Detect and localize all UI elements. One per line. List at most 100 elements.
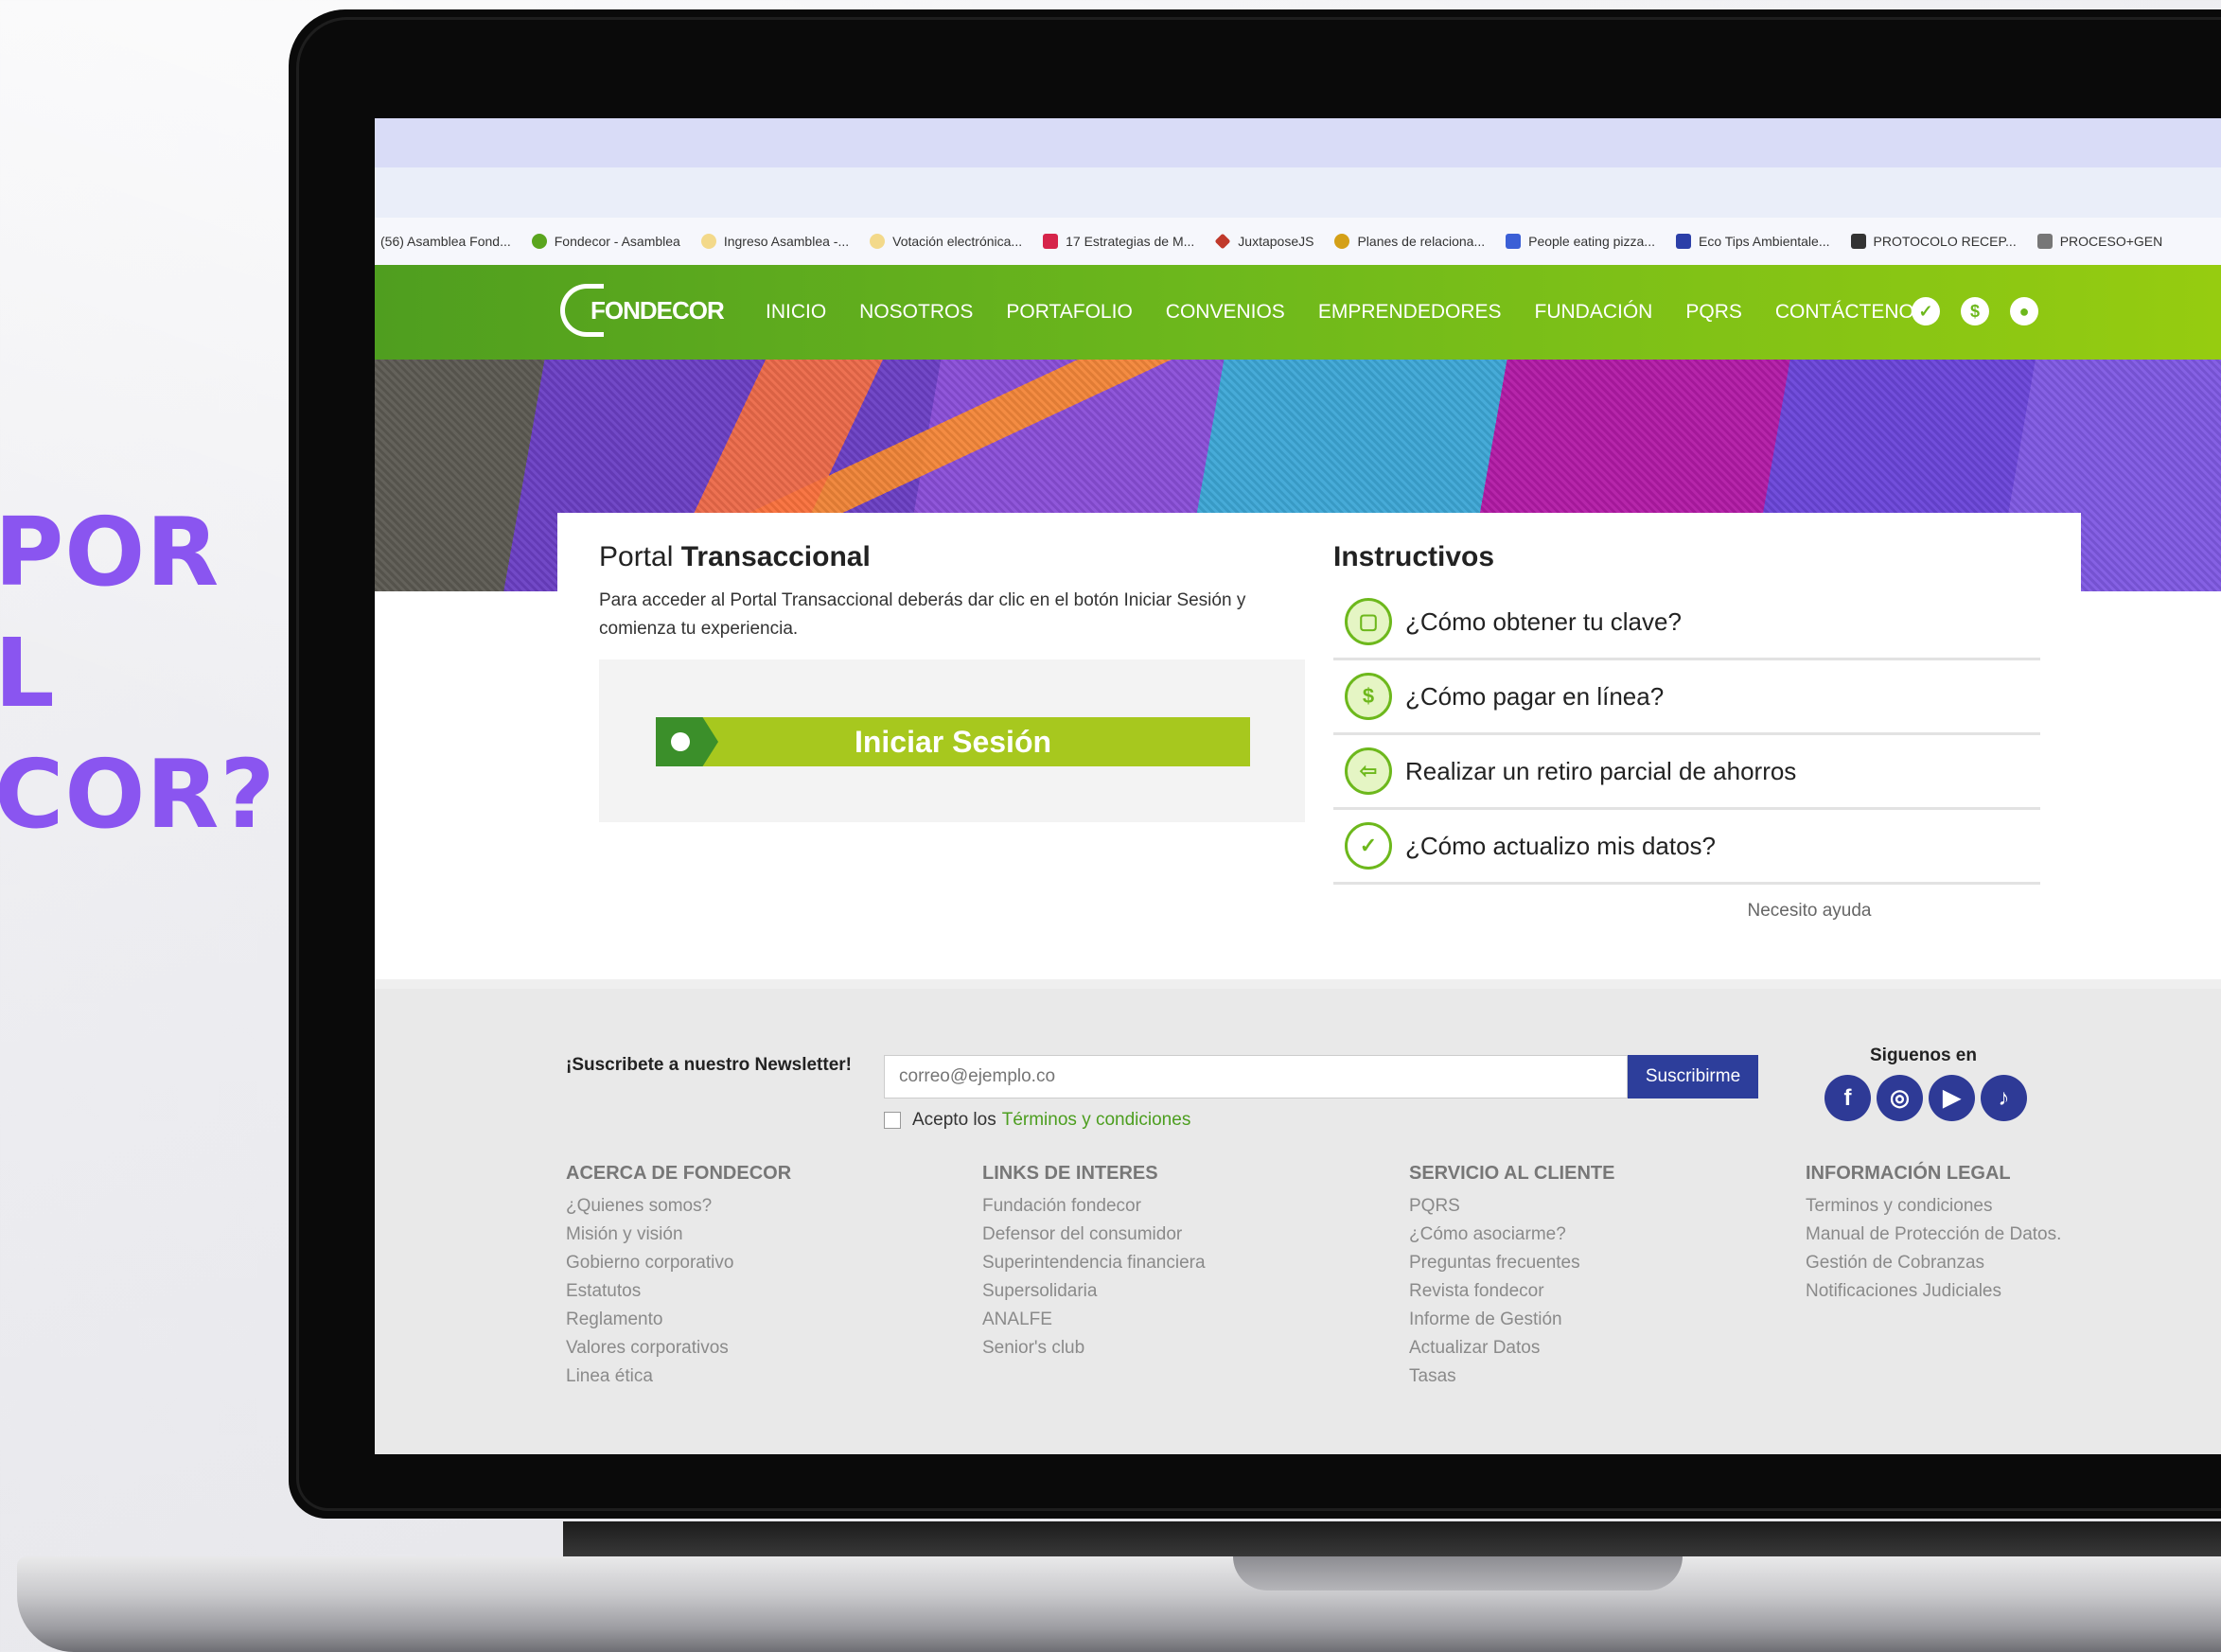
fondecor-logo[interactable]: FONDECOR xyxy=(560,284,725,337)
nav-icon-group: ✓ $ ● xyxy=(1912,297,2038,325)
portal-description: Para acceder al Portal Transaccional deb… xyxy=(599,590,1246,639)
bookmark-item[interactable]: Ingreso Asamblea -... xyxy=(700,234,850,249)
login-button-label: Iniciar Sesión xyxy=(854,724,1052,759)
hand-icon xyxy=(700,234,716,249)
instructivo-item[interactable]: ▢ ¿Cómo obtener tu clave? xyxy=(1333,586,2040,660)
footer-link[interactable]: Supersolidaria xyxy=(982,1277,1206,1306)
browser-address-bar[interactable] xyxy=(375,167,2221,218)
footer-link[interactable]: Gestión de Cobranzas xyxy=(1806,1249,2061,1277)
bookmark-label: Ingreso Asamblea -... xyxy=(723,234,850,249)
nav-item-emprendedores[interactable]: EMPRENDEDORES xyxy=(1318,301,1502,324)
footer-link[interactable]: Gobierno corporativo xyxy=(566,1249,791,1277)
footer-column-legal: INFORMACIÓN LEGAL Terminos y condiciones… xyxy=(1806,1159,2061,1306)
footer-link[interactable]: Estatutos xyxy=(566,1277,791,1306)
browser-screen: (56) Asamblea Fond... Fondecor - Asamble… xyxy=(375,118,2221,1454)
tiktok-icon[interactable]: ♪ xyxy=(1981,1075,2027,1121)
social-links: f ◎ ▶ ♪ xyxy=(1824,1075,2027,1121)
bookmark-item[interactable]: People eating pizza... xyxy=(1506,234,1655,249)
dollar-icon[interactable]: $ xyxy=(1961,297,1989,325)
bookmark-item[interactable]: Eco Tips Ambientale... xyxy=(1675,234,1830,249)
bookmark-item[interactable]: Planes de relaciona... xyxy=(1334,234,1485,249)
instructivo-item[interactable]: $ ¿Cómo pagar en línea? xyxy=(1333,660,2040,735)
login-button[interactable]: Iniciar Sesión xyxy=(656,717,1250,766)
instructivo-item[interactable]: ⇦ Realizar un retiro parcial de ahorros xyxy=(1333,735,2040,810)
bookmark-item[interactable]: Fondecor - Asamblea xyxy=(531,234,680,249)
laptop-hinge xyxy=(563,1521,2221,1559)
footer-column-acerca: ACERCA DE FONDECOR ¿Quienes somos? Misió… xyxy=(566,1159,791,1391)
nav-item-portafolio[interactable]: PORTAFOLIO xyxy=(1006,301,1132,324)
bookmark-item[interactable]: JuxtaposeJS xyxy=(1214,233,1314,250)
dollar-icon: $ xyxy=(1345,673,1392,720)
nav-item-contactenos[interactable]: CONTÁCTENOS xyxy=(1775,301,1928,324)
footer-link[interactable]: PQRS xyxy=(1409,1192,1614,1221)
instructivo-item[interactable]: ✓ ¿Cómo actualizo mis datos? xyxy=(1333,810,2040,885)
check-icon[interactable]: ✓ xyxy=(1912,297,1940,325)
footer-column-title: ACERCA DE FONDECOR xyxy=(566,1163,792,1184)
newsletter-email-input[interactable] xyxy=(884,1055,1628,1098)
help-link[interactable]: Necesito ayuda xyxy=(1748,901,1872,922)
footer-link[interactable]: Linea ética xyxy=(566,1362,791,1391)
nav-item-nosotros[interactable]: NOSOTROS xyxy=(859,301,973,324)
bookmark-item[interactable]: PROCESO+GEN xyxy=(2036,234,2163,249)
footer-link[interactable]: ANALFE xyxy=(982,1306,1206,1334)
footer-link[interactable]: ¿Quienes somos? xyxy=(566,1192,791,1221)
instructivo-label: Realizar un retiro parcial de ahorros xyxy=(1405,756,1797,785)
nav-item-fundacion[interactable]: FUNDACIÓN xyxy=(1535,301,1653,324)
footer-link[interactable]: Tasas xyxy=(1409,1362,1614,1391)
bookmark-item[interactable]: (56) Asamblea Fond... xyxy=(380,234,511,249)
instagram-icon[interactable]: ◎ xyxy=(1877,1075,1923,1121)
forms-icon xyxy=(1506,234,1522,249)
diamond-icon xyxy=(1214,233,1231,250)
bookmark-label: People eating pizza... xyxy=(1528,234,1655,249)
footer-link[interactable]: Misión y visión xyxy=(566,1221,791,1249)
nav-item-convenios[interactable]: CONVENIOS xyxy=(1166,301,1285,324)
follow-label: Siguenos en xyxy=(1870,1046,1977,1065)
nav-item-pqrs[interactable]: PQRS xyxy=(1685,301,1742,324)
footer-link[interactable]: Valores corporativos xyxy=(566,1334,791,1362)
bookmark-label: Votación electrónica... xyxy=(892,234,1023,249)
youtube-icon[interactable]: ▶ xyxy=(1929,1075,1975,1121)
bookmarks-bar: (56) Asamblea Fond... Fondecor - Asamble… xyxy=(375,218,2221,265)
footer-link[interactable]: ¿Cómo asociarme? xyxy=(1409,1221,1614,1249)
instructivos-list: ▢ ¿Cómo obtener tu clave? $ ¿Cómo pagar … xyxy=(1333,586,2040,885)
footer-link[interactable]: Superintendencia financiera xyxy=(982,1249,1206,1277)
footer-link[interactable]: Manual de Protección de Datos. xyxy=(1806,1221,2061,1249)
subscribe-button[interactable]: Suscribirme xyxy=(1628,1055,1758,1098)
terms-checkbox[interactable] xyxy=(884,1112,901,1129)
footer-column-title: SERVICIO AL CLIENTE xyxy=(1409,1163,1615,1184)
footer-link[interactable]: Senior's club xyxy=(982,1334,1206,1362)
bookmark-item[interactable]: 17 Estrategias de M... xyxy=(1043,234,1194,249)
footer-link[interactable]: Preguntas frecuentes xyxy=(1409,1249,1614,1277)
terms-link[interactable]: Términos y condiciones xyxy=(1002,1110,1191,1131)
footer-content: ¡Suscribete a nuestro Newsletter! Suscri… xyxy=(375,979,2221,1445)
footer-link[interactable]: Notificaciones Judiciales xyxy=(1806,1277,2061,1306)
portal-title-bold: Transaccional xyxy=(680,541,871,572)
bookmark-favicon-icon xyxy=(531,234,547,249)
footer-link[interactable]: Fundación fondecor xyxy=(982,1192,1206,1221)
instructivo-label: ¿Cómo obtener tu clave? xyxy=(1405,606,1682,636)
footer-link[interactable]: Actualizar Datos xyxy=(1409,1334,1614,1362)
promo-line-2: L xyxy=(0,618,56,729)
facebook-icon[interactable]: f xyxy=(1824,1075,1871,1121)
bookmark-item[interactable]: Votación electrónica... xyxy=(870,234,1022,249)
site-footer: ¡Suscribete a nuestro Newsletter! Suscri… xyxy=(375,979,2221,1454)
user-icon[interactable]: ● xyxy=(2010,297,2038,325)
terms-row: Acepto los Términos y condiciones xyxy=(884,1110,1190,1131)
bookmark-label: Eco Tips Ambientale... xyxy=(1698,234,1830,249)
bookmark-label: JuxtaposeJS xyxy=(1238,234,1314,249)
footer-link[interactable]: Reglamento xyxy=(566,1306,791,1334)
laptop-base xyxy=(17,1556,2221,1652)
bookmark-label: (56) Asamblea Fond... xyxy=(380,234,511,249)
footer-link[interactable]: Defensor del consumidor xyxy=(982,1221,1206,1249)
promo-line-3: COR? xyxy=(0,739,276,850)
hand-icon xyxy=(870,234,886,249)
bookmark-item[interactable]: PROTOCOLO RECEP... xyxy=(1850,234,2017,249)
bookmark-label: PROCESO+GEN xyxy=(2059,234,2163,249)
bookmark-label: PROTOCOLO RECEP... xyxy=(1873,234,2017,249)
footer-column-links: LINKS DE INTERES Fundación fondecor Defe… xyxy=(982,1159,1206,1362)
footer-link[interactable]: Revista fondecor xyxy=(1409,1277,1614,1306)
instructivo-label: ¿Cómo actualizo mis datos? xyxy=(1405,831,1717,860)
footer-link[interactable]: Informe de Gestión xyxy=(1409,1306,1614,1334)
footer-link[interactable]: Terminos y condiciones xyxy=(1806,1192,2061,1221)
nav-item-inicio[interactable]: INICIO xyxy=(766,301,826,324)
